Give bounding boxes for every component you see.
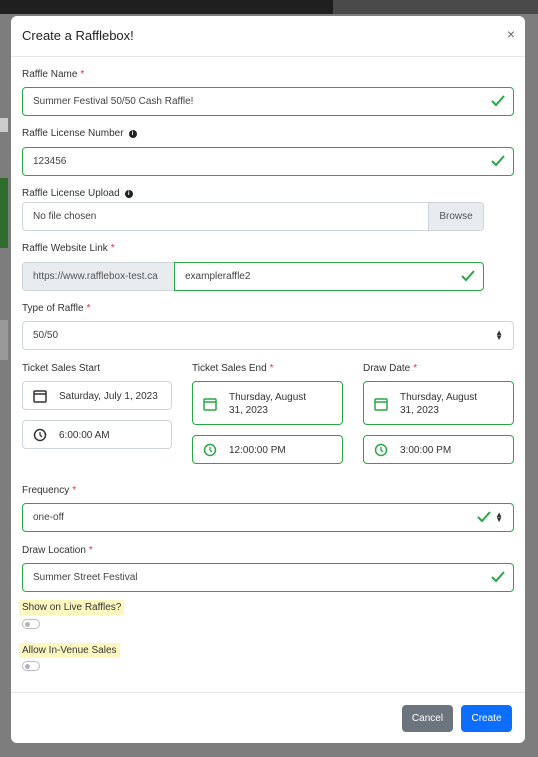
required-marker: * xyxy=(269,363,274,374)
ticket-sales-end-date-line2: 31, 2023 xyxy=(229,405,268,416)
license-upload-label: Raffle License Upload i xyxy=(22,188,133,199)
toggle-knob xyxy=(25,664,30,669)
website-link-value: exampleraffle2 xyxy=(185,271,251,282)
modal-header: Create a Rafflebox! × xyxy=(11,16,525,57)
raffle-name-label: Raffle Name * xyxy=(22,69,84,80)
show-live-toggle[interactable] xyxy=(22,619,40,629)
draw-location-value: Summer Street Festival xyxy=(33,572,138,583)
ticket-sales-end-time[interactable]: 12:00:00 PM xyxy=(192,435,343,464)
draw-date-date-line2: 31, 2023 xyxy=(400,405,439,416)
draw-date-date-line1: Thursday, August xyxy=(400,392,478,403)
ticket-sales-end-label: Ticket Sales End * xyxy=(192,363,274,374)
required-marker: * xyxy=(72,485,77,496)
draw-date-date-value: Thursday, August 31, 2023 xyxy=(400,391,477,417)
select-arrows-icon: ▲ ▼ xyxy=(495,328,503,342)
clock-icon xyxy=(33,428,47,442)
raffle-type-label-text: Type of Raffle xyxy=(22,303,84,314)
in-venue-label: Allow In-Venue Sales xyxy=(19,643,120,658)
show-live-label: Show on Live Raffles? xyxy=(19,600,125,615)
info-icon[interactable]: i xyxy=(128,130,137,138)
draw-location-label-text: Draw Location xyxy=(22,545,86,556)
frequency-select[interactable]: one-off ▲ ▼ xyxy=(22,503,514,532)
select-arrows-icon: ▲ ▼ xyxy=(495,510,503,524)
modal-footer-divider xyxy=(11,692,525,693)
raffle-type-label: Type of Raffle * xyxy=(22,303,90,314)
cancel-button[interactable]: Cancel xyxy=(402,705,453,732)
ticket-sales-end-time-value: 12:00:00 PM xyxy=(229,445,286,456)
required-marker: * xyxy=(110,243,115,254)
draw-date-label: Draw Date * xyxy=(363,363,417,374)
license-number-value: 123456 xyxy=(33,156,67,167)
license-upload-label-text: Raffle License Upload xyxy=(22,188,120,199)
required-marker: * xyxy=(413,363,418,374)
raffle-type-value: 50/50 xyxy=(33,330,59,341)
modal-title: Create a Rafflebox! xyxy=(22,28,134,43)
check-icon xyxy=(461,270,475,282)
license-number-label: Raffle License Number i xyxy=(22,128,137,139)
license-number-input[interactable]: 123456 xyxy=(22,147,514,176)
check-icon xyxy=(491,155,505,167)
ticket-sales-end-label-text: Ticket Sales End xyxy=(192,363,267,374)
background-topbar-right xyxy=(333,0,538,14)
check-icon xyxy=(477,511,491,523)
draw-location-label: Draw Location * xyxy=(22,545,93,556)
required-marker: * xyxy=(88,545,93,556)
ticket-sales-end-date[interactable]: Thursday, August 31, 2023 xyxy=(192,381,343,425)
raffle-type-select[interactable]: 50/50 ▲ ▼ xyxy=(22,321,514,350)
close-icon[interactable]: × xyxy=(507,26,515,42)
toggle-knob xyxy=(25,622,30,627)
website-link-prefix: https://www.rafflebox-test.ca xyxy=(23,263,175,290)
background-strip xyxy=(0,320,8,360)
check-icon xyxy=(491,571,505,583)
calendar-icon xyxy=(374,398,388,411)
ticket-sales-start-date-value: Saturday, July 1, 2023 xyxy=(59,391,158,402)
website-link-label: Raffle Website Link * xyxy=(22,243,115,254)
browse-button[interactable]: Browse xyxy=(428,203,483,230)
background-image-strip xyxy=(0,178,8,248)
clock-icon xyxy=(203,443,217,457)
create-button[interactable]: Create xyxy=(461,705,512,732)
calendar-icon xyxy=(203,398,217,411)
required-marker: * xyxy=(86,303,91,314)
frequency-label-text: Frequency xyxy=(22,485,70,496)
raffle-name-label-text: Raffle Name xyxy=(22,69,78,80)
raffle-name-value: Summer Festival 50/50 Cash Raffle! xyxy=(33,96,194,107)
in-venue-toggle[interactable] xyxy=(22,661,40,671)
calendar-icon xyxy=(33,390,47,403)
license-number-label-text: Raffle License Number xyxy=(22,128,124,139)
ticket-sales-start-time[interactable]: 6:00:00 AM xyxy=(22,420,172,449)
create-rafflebox-modal: Create a Rafflebox! × Raffle Name * Summe… xyxy=(11,16,525,743)
license-upload-input[interactable]: No file chosen Browse xyxy=(22,202,484,231)
draw-date-label-text: Draw Date xyxy=(363,363,411,374)
draw-date-date[interactable]: Thursday, August 31, 2023 xyxy=(363,381,514,425)
raffle-name-input[interactable]: Summer Festival 50/50 Cash Raffle! xyxy=(22,87,514,116)
draw-date-time[interactable]: 3:00:00 PM xyxy=(363,435,514,464)
info-icon[interactable]: i xyxy=(124,190,133,198)
ticket-sales-end-date-value: Thursday, August 31, 2023 xyxy=(229,391,306,417)
website-link-label-text: Raffle Website Link xyxy=(22,243,108,254)
draw-date-time-value: 3:00:00 PM xyxy=(400,445,452,456)
required-marker: * xyxy=(80,69,85,80)
license-upload-value: No file chosen xyxy=(33,211,97,222)
ticket-sales-start-label: Ticket Sales Start xyxy=(22,363,100,374)
ticket-sales-start-date[interactable]: Saturday, July 1, 2023 xyxy=(22,381,172,410)
frequency-value: one-off xyxy=(33,512,64,523)
background-strip xyxy=(0,118,8,132)
ticket-sales-start-time-value: 6:00:00 AM xyxy=(59,430,110,441)
draw-location-input[interactable]: Summer Street Festival xyxy=(22,563,514,592)
frequency-label: Frequency * xyxy=(22,485,76,496)
clock-icon xyxy=(374,443,388,457)
ticket-sales-end-date-line1: Thursday, August xyxy=(229,392,307,403)
check-icon xyxy=(491,95,505,107)
website-link-input[interactable]: exampleraffle2 xyxy=(174,262,484,291)
